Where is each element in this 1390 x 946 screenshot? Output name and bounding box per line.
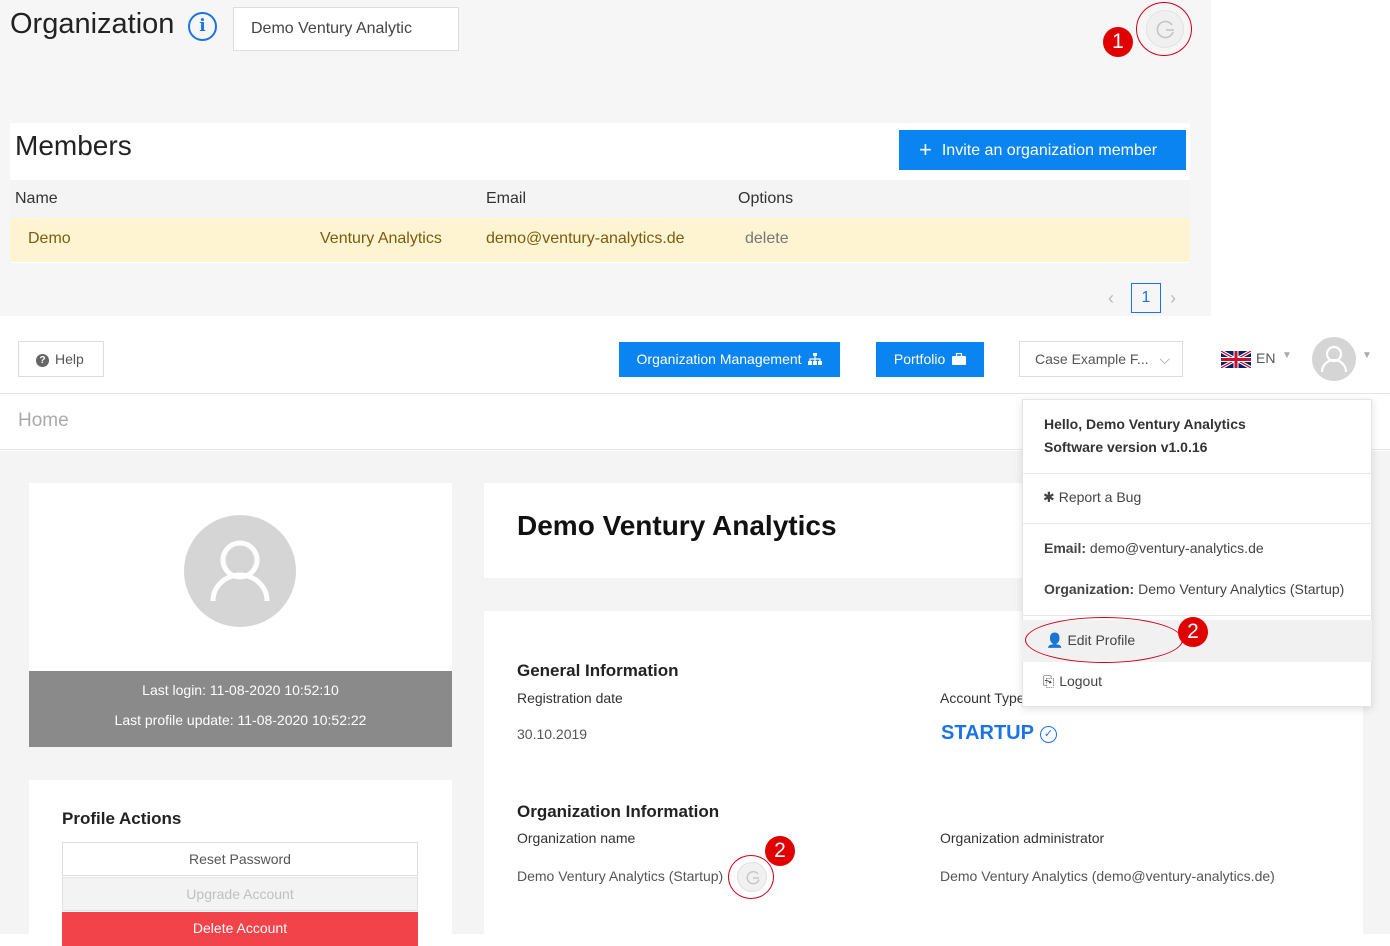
check-circle-icon: ✓ — [1040, 726, 1057, 743]
report-bug-item[interactable]: ✱ Report a Bug — [1043, 489, 1141, 506]
annotation-circle — [728, 855, 774, 899]
organization-heading: Demo Ventury Analytics — [517, 510, 837, 541]
member-first-name: Demo — [28, 230, 71, 247]
logout-label: Logout — [1059, 673, 1103, 689]
chevron-down-icon: ⌵ — [1159, 351, 1170, 367]
general-information-title: General Information — [517, 661, 679, 680]
email-value: demo@ventury-analytics.de — [1089, 540, 1264, 556]
annotation-circle — [1025, 617, 1183, 663]
user-icon — [210, 540, 270, 602]
annotation-badge-2: 2 — [765, 836, 795, 866]
last-profile-update: Last profile update: 11-08-2020 10:52:22 — [114, 712, 367, 728]
logout-item[interactable]: ⎘ Logout — [1043, 673, 1102, 690]
email-label: Email: — [1044, 540, 1087, 556]
user-icon — [1320, 345, 1348, 373]
account-type-value: STARTUP — [941, 722, 1034, 744]
organization-information-title: Organization Information — [517, 802, 720, 821]
pagination-prev[interactable]: ‹ — [1108, 288, 1114, 309]
bug-icon: ✱ — [1043, 489, 1055, 505]
member-last-name: Ventury Analytics — [320, 230, 442, 247]
members-title: Members — [15, 130, 132, 161]
organization-management-button[interactable]: Organization Management — [619, 342, 840, 377]
briefcase-icon — [952, 352, 967, 365]
organization-row: Organization: Demo Ventury Analytics (St… — [1044, 581, 1344, 597]
annotation-circle — [1136, 2, 1192, 56]
delete-member-link[interactable]: delete — [745, 230, 789, 248]
sign-out-icon: ⎘ — [1043, 673, 1055, 689]
portfolio-label: Portfolio — [893, 351, 946, 367]
column-header-options: Options — [738, 190, 794, 207]
greeting: Hello, Demo Ventury Analytics — [1044, 416, 1246, 432]
help-button[interactable]: ? Help — [18, 341, 104, 377]
organization-name-value: Demo Ventury Analytics (Startup) — [517, 868, 724, 884]
login-info-box: Last login: 11-08-2020 10:52:10 Last pro… — [29, 671, 452, 747]
divider — [1022, 615, 1372, 616]
organization-management-label: Organization Management — [636, 351, 802, 367]
registration-date-label: Registration date — [517, 690, 623, 706]
account-type-label: Account Type — [940, 690, 1025, 706]
delete-account-button[interactable]: Delete Account — [62, 912, 418, 946]
info-icon[interactable]: i — [188, 12, 217, 41]
report-bug-label: Report a Bug — [1058, 489, 1142, 505]
case-select[interactable]: Case Example F... ⌵ — [1019, 341, 1183, 377]
annotation-badge-2: 2 — [1178, 617, 1208, 647]
invite-member-button[interactable]: + Invite an organization member — [899, 130, 1186, 170]
reset-password-button[interactable]: Reset Password — [62, 842, 418, 876]
column-header-name: Name — [15, 190, 58, 207]
language-select[interactable]: EN — [1256, 350, 1275, 366]
question-icon: ? — [36, 354, 49, 367]
portfolio-button[interactable]: Portfolio — [876, 342, 984, 377]
last-login: Last login: 11-08-2020 10:52:10 — [142, 682, 339, 698]
organization-value: Demo Ventury Analytics (Startup) — [1138, 581, 1345, 597]
breadcrumb[interactable]: Home — [18, 410, 69, 432]
caret-down-icon: ▼ — [1282, 350, 1292, 361]
divider — [1022, 473, 1372, 474]
user-avatar[interactable] — [1312, 337, 1356, 381]
profile-actions-title: Profile Actions — [62, 809, 182, 828]
organization-name-field[interactable]: Demo Ventury Analytic — [233, 7, 459, 51]
organization-name-label: Organization name — [517, 830, 636, 846]
page-title: Organization — [10, 8, 175, 40]
upgrade-account-button[interactable]: Upgrade Account — [62, 877, 418, 911]
organization-label: Organization: — [1044, 581, 1135, 597]
plus-icon: + — [919, 137, 932, 162]
uk-flag-icon[interactable] — [1221, 351, 1251, 368]
case-select-value: Case Example F... — [1035, 351, 1149, 367]
profile-avatar — [184, 515, 296, 627]
divider — [1022, 523, 1372, 524]
pagination-next[interactable]: › — [1170, 288, 1176, 309]
sitemap-icon — [808, 353, 823, 365]
invite-member-label: Invite an organization member — [941, 142, 1158, 159]
organization-admin-label: Organization administrator — [940, 830, 1105, 846]
column-header-email: Email — [486, 190, 527, 207]
members-table-header — [10, 180, 1190, 218]
email-row: Email: demo@ventury-analytics.de — [1044, 540, 1264, 556]
annotation-badge-1: 1 — [1103, 27, 1133, 57]
organization-admin-value: Demo Ventury Analytics (demo@ventury-ana… — [940, 868, 1275, 884]
pagination-page[interactable]: 1 — [1131, 283, 1161, 313]
registration-date-value: 30.10.2019 — [517, 726, 588, 742]
member-email: demo@ventury-analytics.de — [486, 230, 685, 247]
software-version: Software version v1.0.16 — [1044, 439, 1208, 455]
caret-down-icon: ▼ — [1362, 350, 1372, 361]
help-label: Help — [55, 351, 84, 367]
